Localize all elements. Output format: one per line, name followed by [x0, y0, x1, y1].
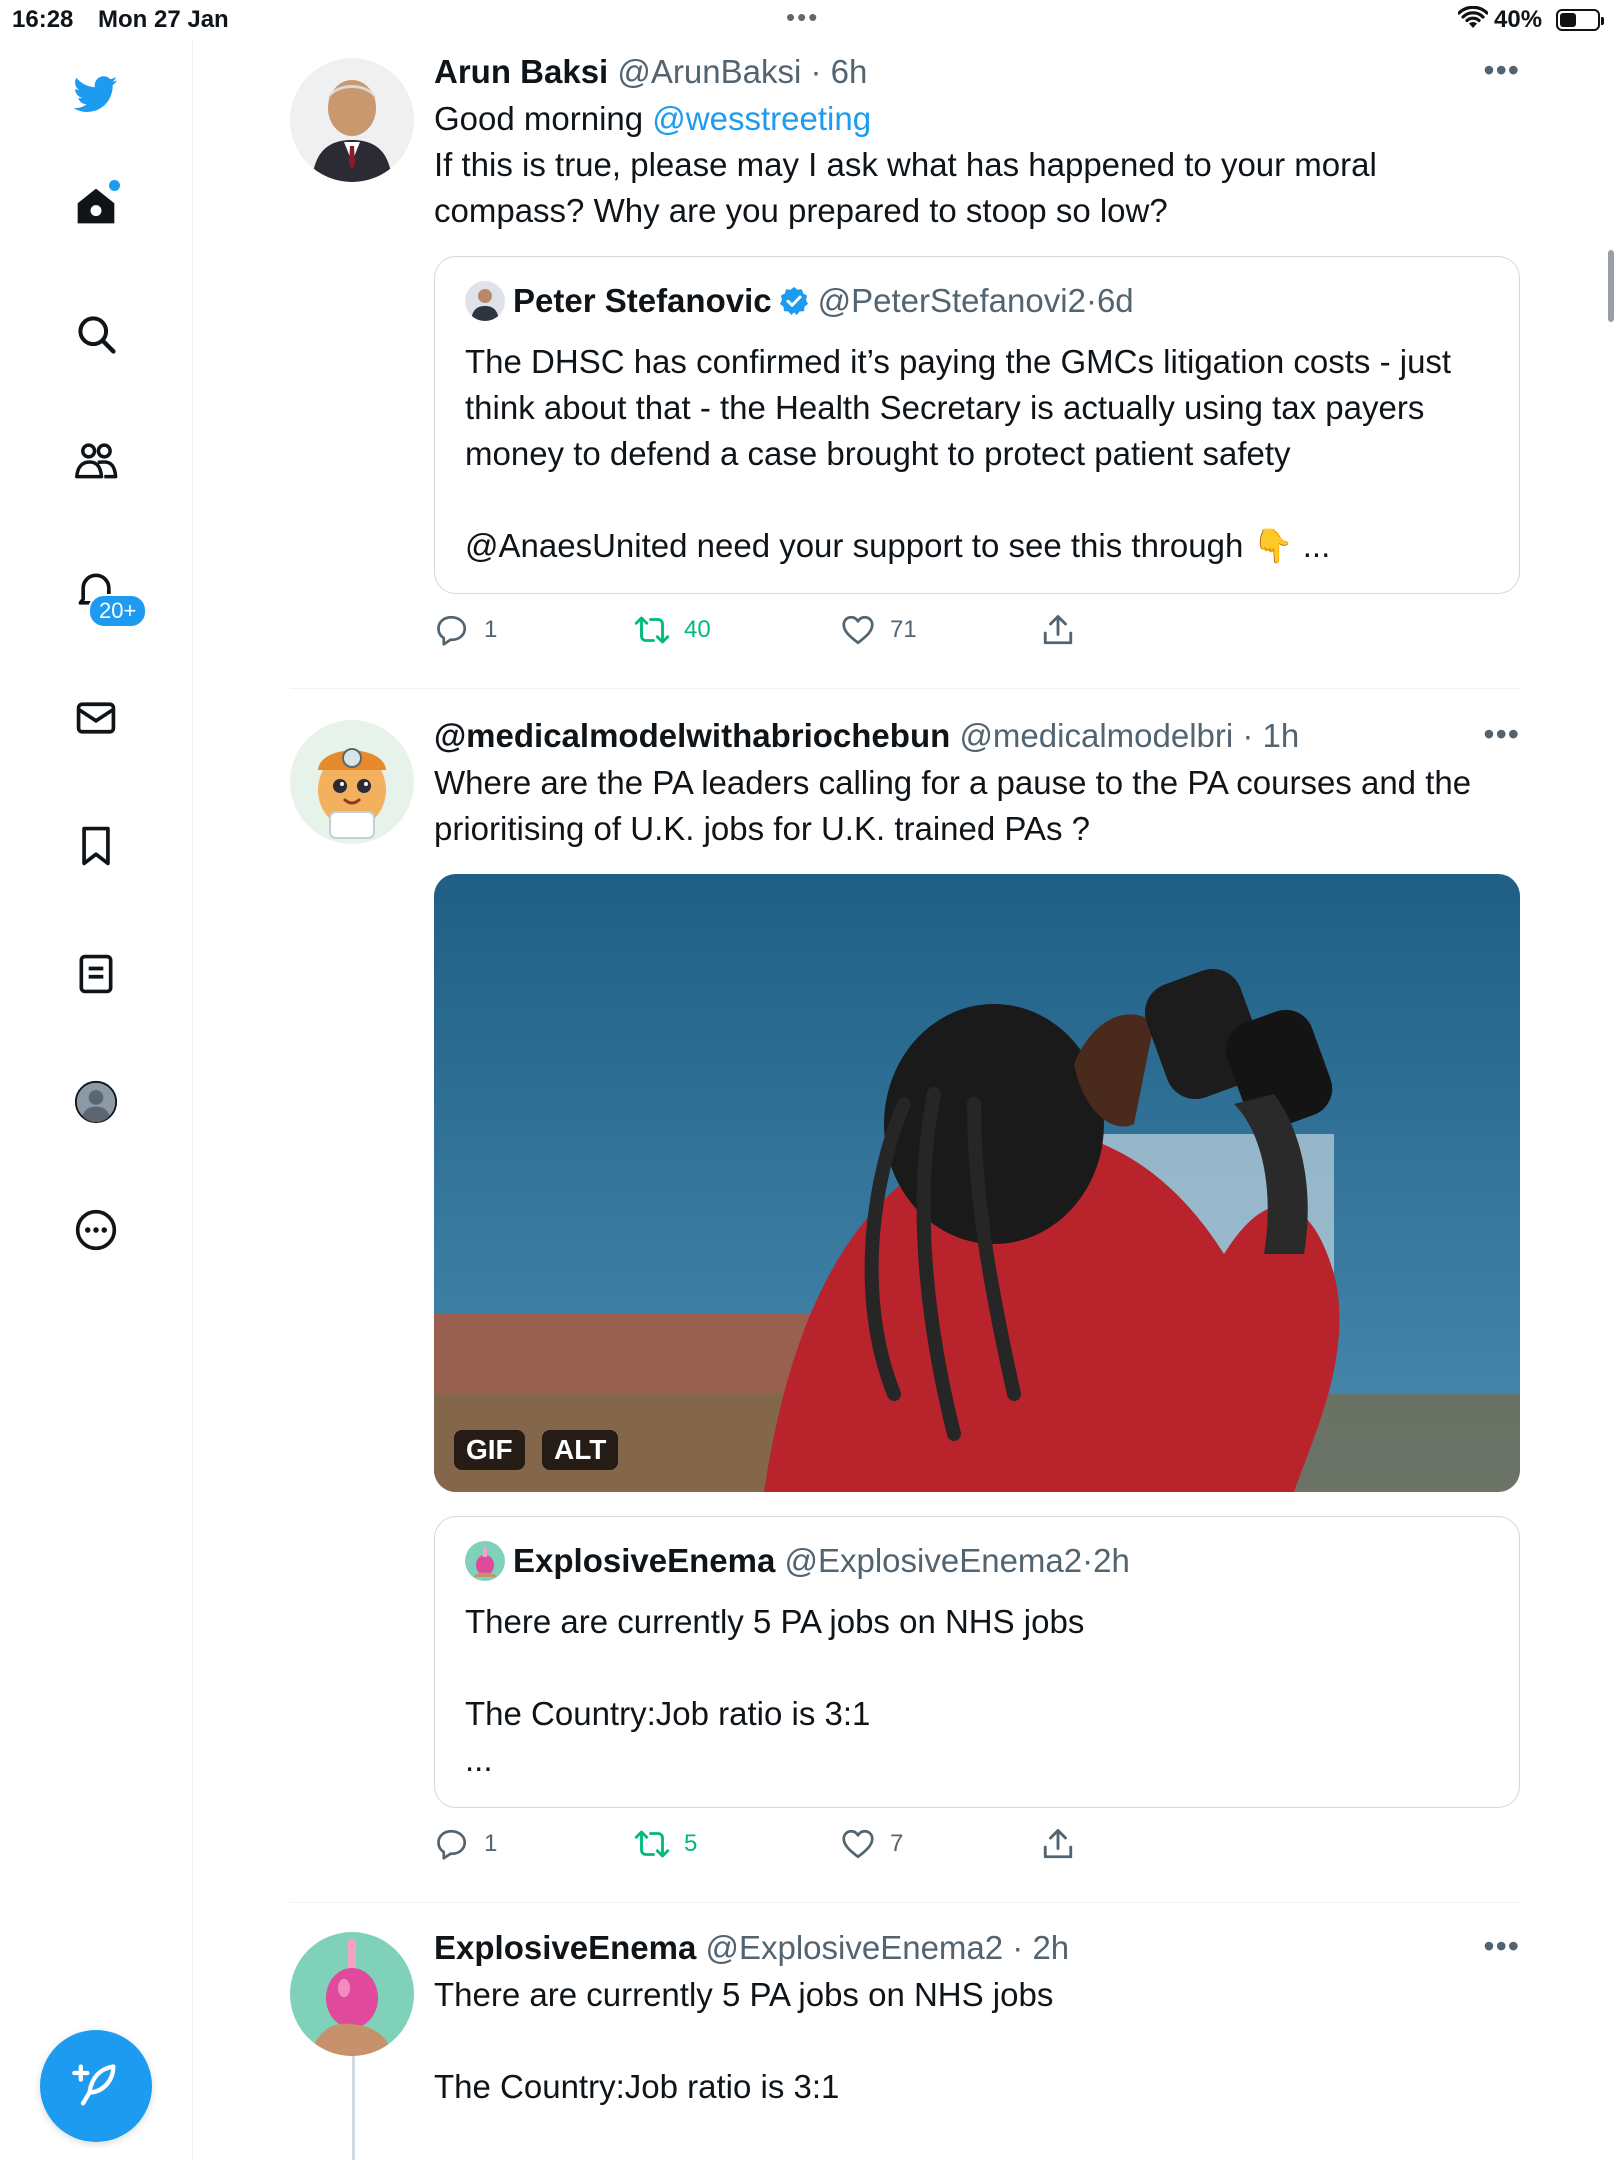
- home-unread-dot: [109, 180, 120, 191]
- display-name[interactable]: @medicalmodelwithabriochebun: [434, 717, 950, 754]
- quote-avatar: [465, 1541, 505, 1581]
- tweet-actions: 1 40 71: [434, 612, 1520, 662]
- quote-text: There are currently 5 PA jobs on NHS job…: [465, 1603, 1085, 1640]
- share-button[interactable]: [1040, 612, 1090, 648]
- tweet-text-continued: The Country:Job ratio is 3:1: [434, 2068, 840, 2105]
- like-button[interactable]: 71: [840, 612, 917, 648]
- quote-text-ellipsis: ...: [465, 1741, 493, 1778]
- reply-icon: [437, 1829, 467, 1860]
- status-time: 16:28: [12, 6, 74, 33]
- profile-icon[interactable]: [70, 1076, 122, 1128]
- search-icon[interactable]: [70, 308, 122, 360]
- quote-header: Peter Stefanovic @PeterStefanovi2 · 6d: [465, 281, 1489, 321]
- communities-icon[interactable]: [70, 436, 122, 488]
- retweet-count: 5: [684, 1830, 698, 1857]
- more-icon[interactable]: [70, 1204, 122, 1256]
- home-icon[interactable]: [70, 180, 122, 232]
- compose-feather-icon: [72, 2064, 116, 2106]
- gif-image: [434, 874, 1520, 1492]
- display-name[interactable]: Arun Baksi: [434, 53, 608, 90]
- quote-text-continued: @AnaesUnited need your support to see th…: [465, 527, 1331, 564]
- heart-icon: [842, 615, 874, 645]
- tweet-text: There are currently 5 PA jobs on NHS job…: [434, 1976, 1054, 2013]
- like-button[interactable]: 7: [840, 1826, 903, 1862]
- like-count: 7: [890, 1830, 904, 1857]
- retweet-button[interactable]: 40: [634, 612, 711, 648]
- retweet-icon: [634, 616, 670, 644]
- more-options-icon[interactable]: •••: [1483, 716, 1520, 753]
- reply-count: 1: [484, 1830, 498, 1857]
- tweet-actions: 1 5 7: [434, 1826, 1520, 1876]
- scrollbar[interactable]: [1608, 250, 1614, 322]
- quote-display-name: ExplosiveEnema: [513, 1542, 776, 1579]
- tweet-text: Where are the PA leaders calling for a p…: [434, 764, 1472, 847]
- timestamp[interactable]: 2h: [1032, 1929, 1069, 1966]
- display-name[interactable]: ExplosiveEnema: [434, 1929, 696, 1966]
- lists-icon[interactable]: [70, 948, 122, 1000]
- quoted-tweet[interactable]: ExplosiveEnema @ExplosiveEnema2 · 2h The…: [434, 1516, 1520, 1808]
- thread-connector-line: [352, 2056, 355, 2160]
- quote-handle: @ExplosiveEnema2: [784, 1542, 1083, 1579]
- share-icon: [1043, 1829, 1073, 1859]
- timestamp[interactable]: 6h: [831, 53, 868, 90]
- quote-handle: @PeterStefanovi2: [817, 282, 1086, 319]
- quoted-tweet[interactable]: Peter Stefanovic @PeterStefanovi2 · 6d T…: [434, 256, 1520, 594]
- alt-text-button[interactable]: ALT: [542, 1430, 619, 1470]
- battery-percentage: 40%: [1494, 6, 1543, 33]
- timestamp[interactable]: 1h: [1263, 717, 1300, 754]
- status-date: Mon 27 Jan: [98, 6, 229, 33]
- status-bar: 16:28 Mon 27 Jan ••• 40%: [0, 0, 1620, 40]
- avatar[interactable]: [290, 58, 414, 182]
- tweet-header: @medicalmodelwithabriochebun @medicalmod…: [434, 717, 1300, 754]
- handle[interactable]: @ExplosiveEnema2: [705, 1929, 1003, 1966]
- quote-text-continued: The Country:Job ratio is 3:1: [465, 1695, 871, 1732]
- more-options-icon[interactable]: •••: [1483, 1928, 1520, 1965]
- avatar[interactable]: [290, 720, 414, 844]
- more-options-icon[interactable]: •••: [1483, 52, 1520, 89]
- tweet-text: Good morning @wesstreeting If this is tr…: [434, 96, 1520, 234]
- tweet-header: Arun Baksi @ArunBaksi · 6h: [434, 53, 868, 90]
- tweet-divider: [290, 1902, 1520, 1903]
- reply-button[interactable]: 1: [434, 1826, 497, 1862]
- quote-text: The DHSC has confirmed it’s paying the G…: [465, 343, 1452, 472]
- quote-timestamp: 2h: [1093, 1542, 1130, 1579]
- quote-display-name: Peter Stefanovic: [513, 282, 772, 319]
- tweet-text-body: If this is true, please may I ask what h…: [434, 146, 1377, 229]
- battery-icon: [1556, 9, 1604, 31]
- retweet-icon: [634, 1830, 670, 1858]
- tweet-header: ExplosiveEnema @ExplosiveEnema2 · 2h: [434, 1929, 1070, 1966]
- gif-badge: GIF: [454, 1430, 525, 1470]
- retweet-count: 40: [684, 616, 711, 643]
- quote-header: ExplosiveEnema @ExplosiveEnema2 · 2h: [465, 1541, 1489, 1581]
- reply-button[interactable]: 1: [434, 612, 497, 648]
- mention-link[interactable]: @wesstreeting: [652, 100, 871, 137]
- messages-icon[interactable]: [70, 692, 122, 744]
- wifi-icon: [1457, 5, 1489, 37]
- share-button[interactable]: [1040, 1826, 1090, 1862]
- reply-icon: [437, 615, 467, 646]
- quote-avatar: [465, 281, 505, 321]
- retweet-button[interactable]: 5: [634, 1826, 697, 1862]
- handle[interactable]: @medicalmodelbri: [959, 717, 1233, 754]
- tweet-divider: [290, 688, 1520, 689]
- gif-media[interactable]: GIF ALT: [434, 874, 1520, 1492]
- verified-badge-icon: [779, 287, 808, 315]
- reply-count: 1: [484, 616, 498, 643]
- sidebar: 20+: [0, 40, 193, 2160]
- compose-tweet-button[interactable]: [40, 2030, 152, 2142]
- quote-timestamp: 6d: [1096, 282, 1134, 319]
- notifications-badge: 20+: [88, 594, 148, 628]
- bookmarks-icon[interactable]: [70, 820, 122, 872]
- avatar[interactable]: [290, 1932, 414, 2056]
- handle[interactable]: @ArunBaksi: [617, 53, 801, 90]
- share-icon: [1043, 615, 1073, 645]
- like-count: 71: [890, 616, 917, 643]
- tweet-text-prefix: Good morning: [434, 100, 653, 137]
- heart-icon: [842, 1829, 874, 1859]
- twitter-bird-icon[interactable]: [70, 68, 122, 120]
- multitasking-dots-icon[interactable]: •••: [786, 2, 819, 33]
